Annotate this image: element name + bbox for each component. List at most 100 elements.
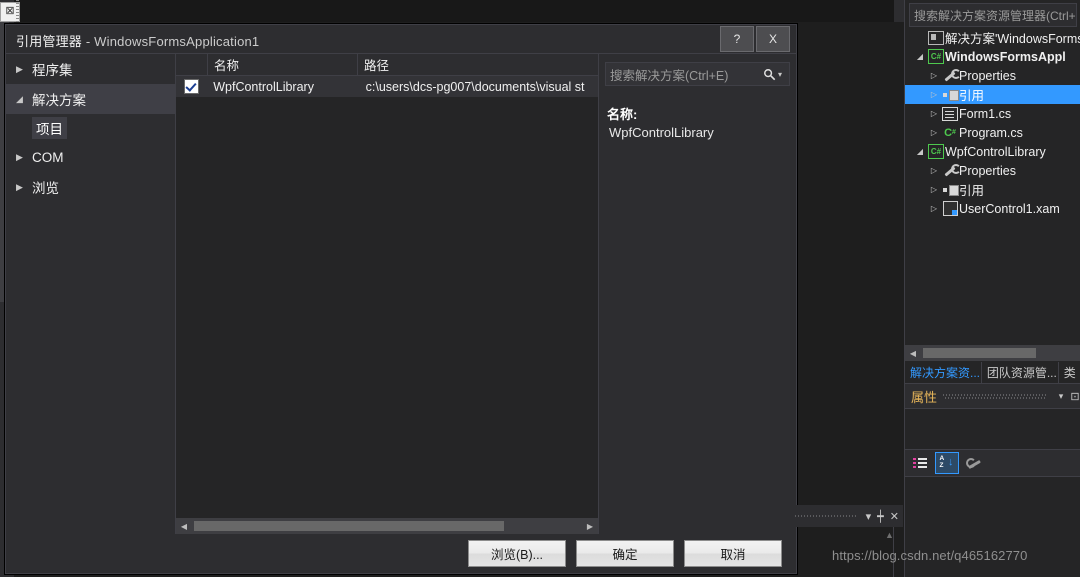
tree-node-references-2[interactable]: ▷ 引用 [905, 180, 1080, 199]
scrollbar-track[interactable] [192, 518, 582, 534]
solution-explorer-horizontal-scrollbar[interactable]: ◀ [905, 345, 1080, 361]
checkbox-checked-icon[interactable] [184, 79, 200, 94]
chevron-right-icon[interactable]: ▷ [927, 185, 941, 194]
references-icon [941, 184, 959, 196]
csharp-project-icon: C# [927, 49, 945, 64]
ok-button[interactable]: 确定 [576, 540, 674, 567]
chevron-right-icon[interactable]: ▷ [927, 71, 941, 80]
list-rows: WpfControlLibrary c:\users\dcs-pg007\doc… [176, 76, 598, 97]
category-item-assemblies[interactable]: ▶ 程序集 [6, 54, 175, 84]
dialog-search-box[interactable]: 搜索解决方案(Ctrl+E) ▾ [605, 62, 790, 86]
reference-manager-dialog: 引用管理器 - WindowsFormsApplication1 ? X ▶ 程… [5, 24, 797, 574]
chevron-down-icon[interactable]: ▾ [1053, 391, 1069, 402]
row-name: WpfControlLibrary [213, 79, 314, 94]
detail-name-value: WpfControlLibrary [609, 125, 714, 140]
dialog-footer: 浏览(B)... 确定 取消 [6, 534, 796, 573]
dialog-title-bar[interactable]: 引用管理器 - WindowsFormsApplication1 ? X [6, 25, 796, 54]
property-pages-icon[interactable] [963, 453, 985, 473]
help-button[interactable]: ? [720, 26, 754, 52]
cancel-button[interactable]: 取消 [684, 540, 782, 567]
solution-explorer-search-input[interactable]: 搜索解决方案资源管理器(Ctrl+ [910, 7, 1076, 24]
search-icon[interactable] [760, 64, 778, 84]
scroll-up-arrow-icon[interactable]: ▲ [885, 530, 894, 540]
tree-node-label: WindowsFormsAppl [945, 49, 1066, 64]
solution-explorer-search-box[interactable]: 搜索解决方案资源管理器(Ctrl+ [909, 3, 1077, 27]
tab-class-view[interactable]: 类 [1059, 362, 1080, 383]
category-label: 浏览 [32, 181, 59, 196]
chevron-right-icon[interactable]: ▷ [927, 128, 941, 137]
solution-icon [927, 30, 945, 45]
detail-content: 名称: WpfControlLibrary [599, 86, 796, 140]
search-dropdown-icon[interactable]: ▾ [778, 70, 789, 79]
list-horizontal-scrollbar[interactable]: ◀ ▶ [176, 518, 598, 534]
row-path: c:\users\dcs-pg007\documents\visual st [365, 79, 585, 94]
alphabetical-sort-icon[interactable]: AZ ↓ [935, 452, 959, 474]
list-header-row: 名称 路径 [176, 54, 598, 76]
scrollbar-thumb[interactable] [194, 521, 504, 531]
chevron-down-icon[interactable]: ▾ [866, 510, 872, 523]
close-icon[interactable]: ✕ [890, 510, 899, 523]
tree-node-properties-1[interactable]: ▷ Properties [905, 66, 1080, 85]
pin-icon[interactable]: ┿ [877, 510, 884, 523]
close-button[interactable]: X [756, 26, 790, 52]
chevron-down-icon[interactable]: ◢ [913, 52, 927, 61]
chevron-right-icon[interactable]: ▷ [927, 90, 941, 99]
tree-node-wpfcontrollibrary[interactable]: ◢ C# WpfControlLibrary [905, 142, 1080, 161]
column-header-name[interactable]: 名称 [208, 54, 358, 75]
tree-node-label: 引用 [959, 89, 985, 103]
ide-dark-region [14, 0, 894, 22]
tab-solution-explorer[interactable]: 解决方案资... [905, 362, 982, 383]
properties-object-combo[interactable] [905, 409, 1080, 450]
chevron-right-icon[interactable]: ▷ [927, 204, 941, 213]
solution-explorer-panel: 搜索解决方案资源管理器(Ctrl+ 解决方案'WindowsForms ◢ C#… [904, 0, 1080, 577]
properties-header: 属性 ▾ ⊡ [905, 384, 1080, 409]
tree-node-properties-2[interactable]: ▷ Properties [905, 161, 1080, 180]
header-dots-decoration [943, 393, 1047, 399]
category-label: COM [32, 149, 64, 165]
tree-node-usercontrol1-xaml[interactable]: ▷ UserControl1.xam [905, 199, 1080, 218]
tree-node-label: Program.cs [959, 125, 1023, 140]
row-checkbox-cell[interactable] [176, 79, 207, 94]
form-icon [941, 106, 959, 121]
pin-icon[interactable]: ⊡ [1069, 390, 1080, 403]
tree-node-label: 解决方案'WindowsForms [945, 32, 1080, 46]
search-input[interactable]: 搜索解决方案(Ctrl+E) [606, 65, 760, 84]
category-item-solution[interactable]: ◢ 解决方案 [6, 84, 175, 114]
scroll-left-arrow-icon[interactable]: ◀ [176, 518, 192, 534]
header-dots-decoration [795, 513, 856, 519]
chevron-right-icon[interactable]: ▷ [927, 166, 941, 175]
tree-node-label: Form1.cs [959, 106, 1012, 121]
scroll-left-arrow-icon[interactable]: ◀ [905, 345, 921, 361]
watermark-text: https://blog.csdn.net/q465162770 [832, 548, 1028, 563]
categorized-icon[interactable] [909, 453, 931, 473]
category-item-browse[interactable]: ▶ 浏览 [6, 172, 175, 202]
screen-root: ⊠ ▲ 引用管理器 - WindowsFormsApplication1 ? X… [0, 0, 1080, 577]
reference-list-panel: 名称 路径 WpfControlLibrary c:\users\dcs-pg0… [176, 54, 599, 535]
category-item-projects[interactable]: 项目 [6, 114, 175, 142]
browse-button[interactable]: 浏览(B)... [468, 540, 566, 567]
tree-node-windowsformsapplication1[interactable]: ◢ C# WindowsFormsAppl [905, 47, 1080, 66]
table-row[interactable]: WpfControlLibrary c:\users\dcs-pg007\doc… [176, 76, 598, 97]
chevron-right-icon[interactable]: ▷ [927, 109, 941, 118]
csharp-file-icon: C # [944, 126, 956, 139]
dialog-title-project: WindowsFormsApplication1 [94, 34, 260, 49]
column-header-check[interactable] [176, 54, 208, 75]
scroll-right-arrow-icon[interactable]: ▶ [582, 518, 598, 534]
tree-node-solution[interactable]: 解决方案'WindowsForms [905, 28, 1080, 47]
dialog-title-buttons: ? X [720, 26, 790, 52]
dialog-body: ▶ 程序集 ◢ 解决方案 项目 ▶ COM ▶ 浏览 名称 路径 WpfCont… [6, 54, 796, 573]
tree-node-references-1[interactable]: ▷ 引用 [905, 85, 1080, 104]
xaml-icon [941, 201, 959, 216]
csharp-project-icon: C# [927, 144, 945, 159]
references-icon [941, 89, 959, 101]
scrollbar-thumb[interactable] [923, 348, 1036, 358]
tree-node-program-cs[interactable]: ▷ C # Program.cs [905, 123, 1080, 142]
category-label: 项目 [32, 117, 67, 139]
column-header-path[interactable]: 路径 [358, 54, 598, 75]
dialog-title-separator: - [82, 34, 95, 49]
tab-team-explorer[interactable]: 团队资源管... [982, 362, 1059, 383]
tree-node-form1-cs[interactable]: ▷ Form1.cs [905, 104, 1080, 123]
chevron-down-icon[interactable]: ◢ [913, 147, 927, 156]
category-panel: ▶ 程序集 ◢ 解决方案 项目 ▶ COM ▶ 浏览 [6, 54, 176, 534]
category-item-com[interactable]: ▶ COM [6, 142, 175, 172]
